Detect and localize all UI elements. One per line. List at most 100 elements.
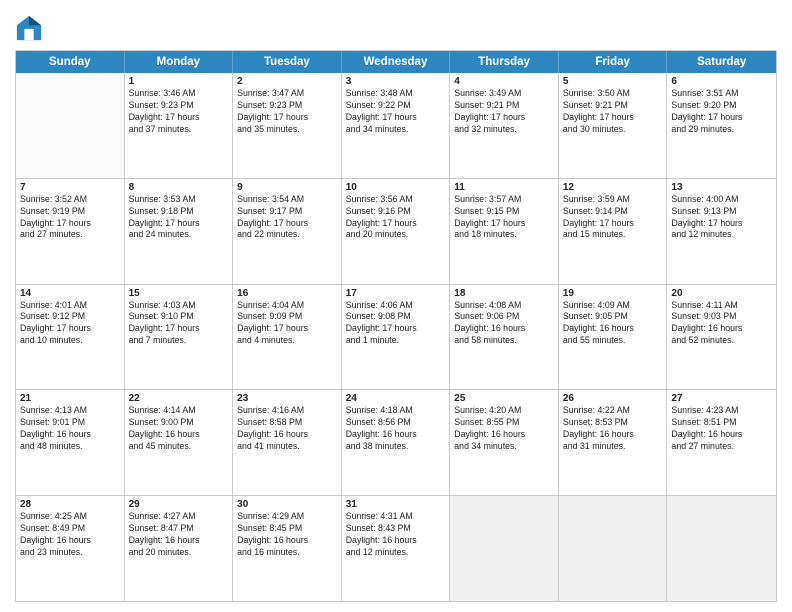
day-cell-10: 10Sunrise: 3:56 AMSunset: 9:16 PMDayligh…	[342, 179, 451, 284]
day-cell-2: 2Sunrise: 3:47 AMSunset: 9:23 PMDaylight…	[233, 73, 342, 178]
cell-info-line: Sunset: 9:15 PM	[454, 206, 554, 218]
cell-info-line: Sunset: 9:10 PM	[129, 311, 229, 323]
day-header-sunday: Sunday	[16, 51, 125, 73]
cell-info-line: Sunrise: 3:47 AM	[237, 88, 337, 100]
day-number: 2	[237, 76, 337, 87]
cell-info-line: Sunset: 8:45 PM	[237, 523, 337, 535]
calendar-week-1: 1Sunrise: 3:46 AMSunset: 9:23 PMDaylight…	[16, 73, 776, 179]
cell-info-line: and 38 minutes.	[346, 441, 446, 453]
cell-info-line: Sunrise: 4:27 AM	[129, 511, 229, 523]
cell-info-line: and 52 minutes.	[671, 335, 772, 347]
cell-info-line: and 27 minutes.	[20, 229, 120, 241]
cell-info-line: Daylight: 17 hours	[454, 218, 554, 230]
logo	[15, 14, 47, 42]
cell-info-line: and 12 minutes.	[671, 229, 772, 241]
cell-info-line: Sunrise: 3:50 AM	[563, 88, 663, 100]
cell-info-line: Sunset: 9:13 PM	[671, 206, 772, 218]
cell-info-line: and 22 minutes.	[237, 229, 337, 241]
cell-info-line: Sunrise: 3:54 AM	[237, 194, 337, 206]
day-number: 15	[129, 288, 229, 299]
cell-info-line: Sunset: 9:08 PM	[346, 311, 446, 323]
cell-info-line: and 18 minutes.	[454, 229, 554, 241]
day-cell-4: 4Sunrise: 3:49 AMSunset: 9:21 PMDaylight…	[450, 73, 559, 178]
cell-info-line: Sunrise: 4:00 AM	[671, 194, 772, 206]
cell-info-line: Sunrise: 3:48 AM	[346, 88, 446, 100]
day-header-monday: Monday	[125, 51, 234, 73]
cell-info-line: Sunrise: 3:57 AM	[454, 194, 554, 206]
cell-info-line: Sunset: 9:03 PM	[671, 311, 772, 323]
cell-info-line: Daylight: 17 hours	[129, 218, 229, 230]
cell-info-line: and 20 minutes.	[346, 229, 446, 241]
cell-info-line: Daylight: 16 hours	[346, 429, 446, 441]
header	[15, 10, 777, 42]
day-number: 21	[20, 393, 120, 404]
cell-info-line: and 37 minutes.	[129, 124, 229, 136]
cell-info-line: Daylight: 16 hours	[129, 535, 229, 547]
cell-info-line: Daylight: 17 hours	[237, 323, 337, 335]
day-cell-8: 8Sunrise: 3:53 AMSunset: 9:18 PMDaylight…	[125, 179, 234, 284]
cell-info-line: Sunrise: 4:08 AM	[454, 300, 554, 312]
cell-info-line: Daylight: 16 hours	[129, 429, 229, 441]
day-cell-25: 25Sunrise: 4:20 AMSunset: 8:55 PMDayligh…	[450, 390, 559, 495]
cell-info-line: Daylight: 16 hours	[20, 535, 120, 547]
day-number: 27	[671, 393, 772, 404]
cell-info-line: and 58 minutes.	[454, 335, 554, 347]
cell-info-line: Sunset: 9:00 PM	[129, 417, 229, 429]
day-number: 22	[129, 393, 229, 404]
cell-info-line: Sunset: 8:55 PM	[454, 417, 554, 429]
cell-info-line: and 12 minutes.	[346, 547, 446, 559]
empty-cell-4-6	[667, 496, 776, 601]
calendar-header: SundayMondayTuesdayWednesdayThursdayFrid…	[16, 51, 776, 73]
day-number: 7	[20, 182, 120, 193]
cell-info-line: Sunrise: 4:18 AM	[346, 405, 446, 417]
day-header-friday: Friday	[559, 51, 668, 73]
cell-info-line: and 10 minutes.	[20, 335, 120, 347]
cell-info-line: Daylight: 17 hours	[20, 218, 120, 230]
day-number: 6	[671, 76, 772, 87]
cell-info-line: Sunrise: 3:46 AM	[129, 88, 229, 100]
day-number: 29	[129, 499, 229, 510]
day-cell-16: 16Sunrise: 4:04 AMSunset: 9:09 PMDayligh…	[233, 285, 342, 390]
cell-info-line: Sunrise: 4:29 AM	[237, 511, 337, 523]
cell-info-line: Sunset: 9:23 PM	[129, 100, 229, 112]
cell-info-line: and 32 minutes.	[454, 124, 554, 136]
day-number: 28	[20, 499, 120, 510]
day-cell-30: 30Sunrise: 4:29 AMSunset: 8:45 PMDayligh…	[233, 496, 342, 601]
cell-info-line: Sunset: 9:21 PM	[563, 100, 663, 112]
day-cell-7: 7Sunrise: 3:52 AMSunset: 9:19 PMDaylight…	[16, 179, 125, 284]
cell-info-line: Sunset: 9:16 PM	[346, 206, 446, 218]
cell-info-line: Sunrise: 4:25 AM	[20, 511, 120, 523]
cell-info-line: Daylight: 17 hours	[20, 323, 120, 335]
cell-info-line: Sunrise: 4:06 AM	[346, 300, 446, 312]
cell-info-line: Sunset: 9:19 PM	[20, 206, 120, 218]
day-number: 9	[237, 182, 337, 193]
cell-info-line: Daylight: 16 hours	[20, 429, 120, 441]
cell-info-line: Sunset: 9:20 PM	[671, 100, 772, 112]
day-cell-26: 26Sunrise: 4:22 AMSunset: 8:53 PMDayligh…	[559, 390, 668, 495]
cell-info-line: Daylight: 16 hours	[671, 429, 772, 441]
day-cell-18: 18Sunrise: 4:08 AMSunset: 9:06 PMDayligh…	[450, 285, 559, 390]
day-cell-14: 14Sunrise: 4:01 AMSunset: 9:12 PMDayligh…	[16, 285, 125, 390]
day-cell-24: 24Sunrise: 4:18 AMSunset: 8:56 PMDayligh…	[342, 390, 451, 495]
day-cell-29: 29Sunrise: 4:27 AMSunset: 8:47 PMDayligh…	[125, 496, 234, 601]
day-cell-23: 23Sunrise: 4:16 AMSunset: 8:58 PMDayligh…	[233, 390, 342, 495]
cell-info-line: Sunrise: 4:14 AM	[129, 405, 229, 417]
cell-info-line: Sunrise: 4:03 AM	[129, 300, 229, 312]
cell-info-line: Sunset: 9:06 PM	[454, 311, 554, 323]
cell-info-line: Daylight: 17 hours	[563, 112, 663, 124]
cell-info-line: Sunset: 9:09 PM	[237, 311, 337, 323]
cell-info-line: and 30 minutes.	[563, 124, 663, 136]
cell-info-line: Daylight: 17 hours	[129, 323, 229, 335]
day-number: 11	[454, 182, 554, 193]
cell-info-line: and 34 minutes.	[454, 441, 554, 453]
cell-info-line: Daylight: 17 hours	[563, 218, 663, 230]
calendar-body: 1Sunrise: 3:46 AMSunset: 9:23 PMDaylight…	[16, 73, 776, 601]
day-header-wednesday: Wednesday	[342, 51, 451, 73]
day-number: 20	[671, 288, 772, 299]
day-cell-3: 3Sunrise: 3:48 AMSunset: 9:22 PMDaylight…	[342, 73, 451, 178]
cell-info-line: Sunset: 8:47 PM	[129, 523, 229, 535]
cell-info-line: Sunrise: 4:01 AM	[20, 300, 120, 312]
cell-info-line: Daylight: 17 hours	[237, 218, 337, 230]
day-number: 19	[563, 288, 663, 299]
cell-info-line: Sunrise: 3:53 AM	[129, 194, 229, 206]
